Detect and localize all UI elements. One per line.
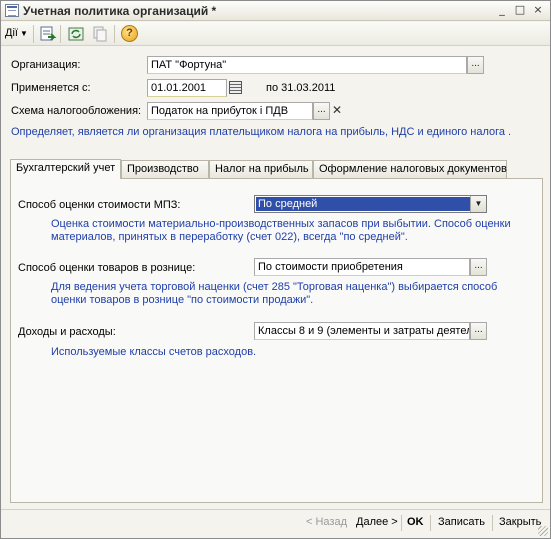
applied-until-text: по 31.03.2011 [266,82,336,94]
retail-method-field[interactable]: По стоимости приобретения [254,258,470,276]
mpz-hint-line2: материалов, принятых в переработку (счет… [51,231,408,243]
mpz-method-select[interactable]: По средней ▼ [254,195,487,213]
tab-profit-tax[interactable]: Налог на прибыль [209,160,313,178]
next-button[interactable]: Далее > [356,516,398,528]
close-window-button[interactable]: × [530,4,546,18]
retail-hint-line2: оценки товаров в рознице "по стоимости п… [51,294,314,306]
tax-scheme-hint: Определяет, является ли организация плат… [11,126,512,138]
post-document-icon[interactable] [39,25,57,43]
applied-from-label: Применяется с: [11,82,91,94]
income-expenses-label: Доходы и расходы: [18,326,116,338]
refresh-icon[interactable] [67,25,85,43]
footer-separator [492,515,493,531]
footer-separator [430,515,431,531]
form-window: Учетная политика организаций * _ □ × Дії… [0,0,551,539]
tab-tax-documents[interactable]: Оформление налоговых документов [313,160,507,178]
chevron-down-icon: ▼ [19,29,28,38]
mpz-method-label: Способ оценки стоимости МПЗ: [18,199,181,211]
mpz-method-value: По средней [256,197,470,211]
calendar-icon [229,81,242,94]
help-icon[interactable]: ? [121,25,138,42]
toolbar-separator [114,25,115,43]
ok-button[interactable]: OK [407,516,424,528]
maximize-button[interactable]: □ [512,4,528,18]
tax-scheme-select-button[interactable]: ... [313,102,330,120]
tab-production[interactable]: Производство [121,160,209,178]
actions-label: Дії [5,27,18,39]
save-button[interactable]: Записать [438,516,485,528]
organization-field[interactable]: ПАТ "Фортуна" [147,56,467,74]
toolbar-separator [60,25,61,43]
tax-scheme-field[interactable]: Податок на прибуток і ПДВ [147,102,313,120]
organization-select-button[interactable]: ... [467,56,484,74]
income-expenses-field[interactable]: Классы 8 и 9 (элементы и затраты деятел [254,322,470,340]
back-button[interactable]: < Назад [306,516,347,528]
tab-accounting[interactable]: Бухгалтерский учет [10,159,121,179]
mpz-hint-line1: Оценка стоимости материально-производств… [51,218,511,230]
toolbar-separator [33,25,34,43]
window-controls: _ □ × [494,4,546,18]
window-title: Учетная политика организаций * [23,4,217,18]
applied-date-field[interactable]: 01.01.2001 [147,79,227,97]
clear-icon[interactable]: ✕ [330,102,344,120]
close-button[interactable]: Закрыть [499,516,541,528]
income-expenses-hint: Используемые классы счетов расходов. [51,346,257,358]
actions-menu-button[interactable]: Дії ▼ [5,27,28,39]
tax-scheme-label: Схема налогообложения: [11,105,142,117]
copy-icon[interactable] [91,25,109,43]
organization-label: Организация: [11,59,81,71]
footer-separator [401,515,402,531]
footer-divider [1,509,550,510]
title-bar[interactable]: Учетная политика организаций * _ □ × [1,1,550,21]
document-icon [5,4,19,17]
retail-hint-line1: Для ведения учета торговой наценки (счет… [51,281,498,293]
calendar-button[interactable] [227,79,244,97]
toolbar: Дії ▼ ? [1,22,550,46]
retail-method-select-button[interactable]: ... [470,258,487,276]
resize-grip-icon[interactable] [538,526,548,536]
minimize-button[interactable]: _ [494,4,510,18]
retail-method-label: Способ оценки товаров в рознице: [18,262,196,274]
income-expenses-select-button[interactable]: ... [470,322,487,340]
chevron-down-icon[interactable]: ▼ [470,196,486,212]
